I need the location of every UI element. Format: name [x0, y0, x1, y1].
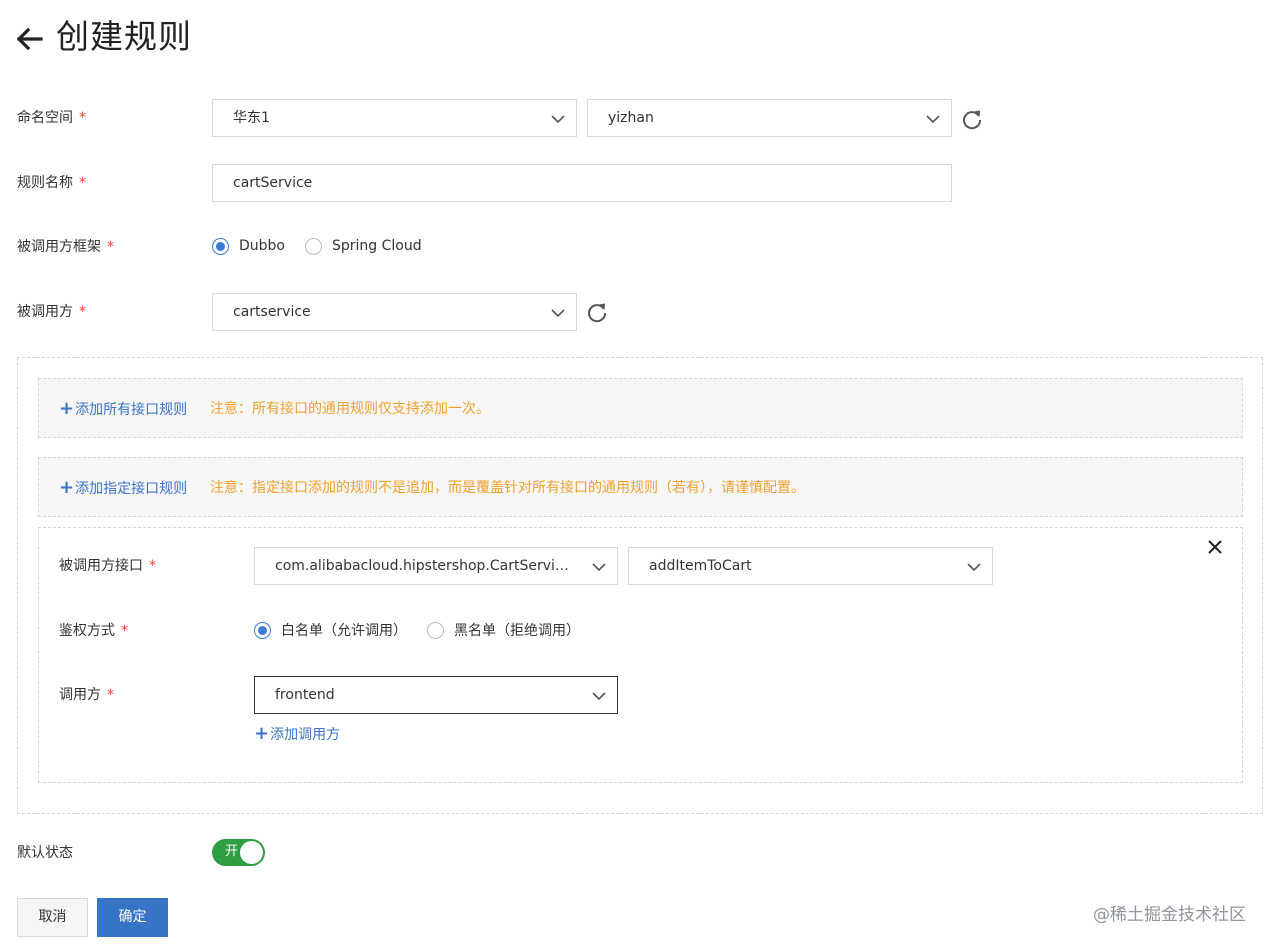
auth-method-label: 鉴权方式 *: [59, 623, 128, 639]
toggle-on-text: 开: [225, 844, 239, 859]
close-icon[interactable]: [1207, 539, 1223, 555]
add-specific-interface-rule-link[interactable]: +添加指定接口规则: [59, 478, 187, 499]
auth-radio-blacklist[interactable]: 黑名单（拒绝调用）: [427, 620, 580, 640]
region-value: 华东1: [233, 110, 270, 126]
namespace-value: yizhan: [608, 110, 654, 126]
method-value: addItemToCart: [649, 558, 752, 574]
confirm-button[interactable]: 确定: [97, 898, 168, 937]
specific-interface-rule-bar: +添加指定接口规则 注意：指定接口添加的规则不是追加，而是覆盖针对所有接口的通用…: [38, 457, 1243, 517]
framework-radio-spring-cloud[interactable]: Spring Cloud: [305, 237, 422, 255]
plus-icon: +: [254, 723, 270, 744]
all-interface-rule-bar: +添加所有接口规则 注意：所有接口的通用规则仅支持添加一次。: [38, 378, 1243, 438]
caller-label: 调用方 *: [59, 687, 114, 703]
chevron-down-icon: [967, 563, 981, 572]
namespace-label: 命名空间 *: [17, 110, 86, 126]
chevron-down-icon: [592, 692, 606, 701]
framework-label: 被调用方框架 *: [17, 239, 114, 255]
page-title: 创建规则: [56, 17, 192, 56]
refresh-icon[interactable]: [961, 108, 983, 130]
callee-select[interactable]: cartservice: [212, 293, 577, 331]
radio-checked-icon: [212, 237, 229, 255]
back-arrow-icon[interactable]: [14, 26, 44, 52]
namespace-select[interactable]: yizhan: [587, 99, 952, 137]
chevron-down-icon: [551, 309, 565, 318]
method-select[interactable]: addItemToCart: [628, 547, 993, 585]
refresh-icon[interactable]: [586, 301, 608, 323]
default-state-toggle[interactable]: 开: [212, 839, 265, 866]
caller-value: frontend: [275, 687, 335, 703]
cancel-button[interactable]: 取消: [17, 898, 88, 937]
radio-unchecked-icon: [427, 621, 444, 639]
callee-value: cartservice: [233, 304, 311, 320]
caller-select[interactable]: frontend: [254, 676, 618, 714]
all-interface-rule-note: 注意：所有接口的通用规则仅支持添加一次。: [210, 401, 490, 417]
auth-method-radio-group: 白名单（允许调用） 黑名单（拒绝调用）: [254, 619, 600, 641]
interface-value: com.alibabacloud.hipstershop.CartServic.…: [275, 558, 576, 574]
radio-checked-icon: [254, 621, 271, 639]
plus-icon: +: [59, 477, 75, 498]
rule-name-input[interactable]: cartService: [212, 164, 952, 202]
default-state-label: 默认状态: [17, 845, 73, 861]
specific-interface-rule-note: 注意：指定接口添加的规则不是追加，而是覆盖针对所有接口的通用规则（若有），请谨慎…: [210, 480, 805, 496]
radio-unchecked-icon: [305, 237, 322, 255]
callee-label: 被调用方 *: [17, 304, 86, 320]
rule-name-label: 规则名称 *: [17, 175, 86, 191]
add-all-interface-rule-link[interactable]: +添加所有接口规则: [59, 399, 187, 420]
interface-label: 被调用方接口 *: [59, 558, 156, 574]
chevron-down-icon: [551, 115, 565, 124]
region-select[interactable]: 华东1: [212, 99, 577, 137]
toggle-knob: [240, 841, 263, 864]
chevron-down-icon: [926, 115, 940, 124]
framework-radio-group: Dubbo Spring Cloud: [212, 235, 442, 257]
interface-select[interactable]: com.alibabacloud.hipstershop.CartServic.…: [254, 547, 618, 585]
framework-radio-dubbo[interactable]: Dubbo: [212, 237, 285, 255]
chevron-down-icon: [592, 563, 606, 572]
watermark: @稀土掘金技术社区: [1093, 905, 1246, 925]
auth-radio-whitelist[interactable]: 白名单（允许调用）: [254, 620, 407, 640]
plus-icon: +: [59, 398, 75, 419]
add-caller-link[interactable]: +添加调用方: [254, 724, 340, 745]
